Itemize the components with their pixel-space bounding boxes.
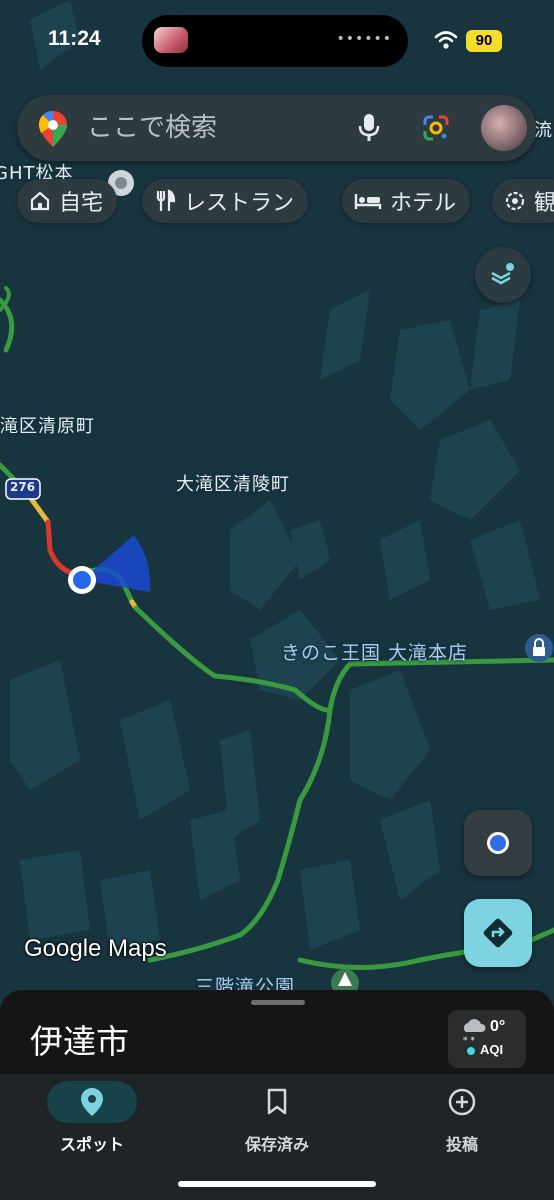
bookmark-icon [267, 1088, 287, 1115]
aqi-label: AQI [480, 1042, 504, 1057]
chip-label: レストラン [184, 191, 295, 216]
my-location-button[interactable] [464, 810, 532, 876]
nav-contribute-icon-wrap [417, 1081, 507, 1123]
nav-saved-icon-wrap [232, 1081, 322, 1123]
location-pin-icon [81, 1088, 103, 1116]
my-location-icon [487, 832, 509, 854]
island-app-icon [154, 27, 188, 53]
attraction-icon [505, 191, 525, 211]
layers-icon [491, 263, 514, 285]
nav-label: 保存済み [244, 1135, 309, 1154]
restaurant-icon [156, 189, 176, 211]
chip-home[interactable]: 自宅 [17, 179, 118, 223]
map-label: 流 [534, 120, 553, 141]
home-icon [30, 191, 50, 211]
nav-contribute[interactable]: 投稿 [392, 1074, 532, 1164]
status-bar: 11:24 •••••• 90 [0, 0, 554, 84]
chip-attractions[interactable]: 観 [492, 179, 554, 223]
mic-icon[interactable] [357, 113, 381, 143]
maps-pin-logo-icon [39, 111, 67, 147]
weather-widget[interactable]: * * 0° AQI [448, 1010, 526, 1068]
add-circle-icon [448, 1088, 476, 1116]
drag-handle[interactable] [251, 1000, 305, 1005]
hotel-icon [354, 194, 382, 209]
dynamic-island: •••••• [142, 15, 408, 67]
search-input[interactable] [87, 109, 337, 147]
lock-poi-icon[interactable] [525, 634, 553, 662]
nav-label: 投稿 [445, 1135, 478, 1154]
directions-button[interactable] [464, 899, 532, 967]
map-label-kiyohara: 滝区清原町 [0, 416, 95, 437]
snow-cloud-icon: * * [463, 1019, 486, 1044]
poi-label-kinoko[interactable]: きのこ王国 大滝本店 [281, 638, 468, 665]
chip-label: 自宅 [59, 191, 104, 216]
nav-explore-icon-wrap [47, 1081, 137, 1123]
nav-label: スポット [59, 1135, 124, 1154]
home-indicator[interactable] [178, 1181, 376, 1187]
maps-screen: GHT松本 流 滝区清原町 大滝区清陵町 276 きのこ王国 大滝本店 三階滝公… [0, 0, 554, 1200]
nav-saved[interactable]: 保存済み [207, 1074, 347, 1164]
google-lens-icon[interactable] [421, 113, 451, 143]
bottom-navigation: スポット 保存済み 投稿 [0, 1074, 554, 1200]
chip-label: ホテル [390, 191, 457, 216]
layers-button[interactable] [475, 247, 531, 303]
chip-label: 観 [534, 191, 554, 216]
aqi-status-dot [467, 1047, 475, 1055]
route-number: 276 [10, 480, 36, 494]
nav-explore[interactable]: スポット [22, 1074, 162, 1164]
bottom-sheet[interactable]: 伊達市 * * 0° AQI [0, 990, 554, 1074]
directions-icon [483, 918, 513, 948]
profile-avatar[interactable] [481, 105, 527, 151]
chip-restaurant[interactable]: レストラン [142, 179, 309, 223]
google-maps-logo: Google Maps [24, 935, 167, 962]
search-bar[interactable] [17, 95, 536, 161]
category-chips: 自宅 レストラン ホテル 観 [17, 179, 554, 223]
place-title: 伊達市 [30, 1022, 129, 1061]
battery-indicator: 90 [466, 30, 502, 52]
clock: 11:24 [48, 27, 101, 50]
chip-hotel[interactable]: ホテル [342, 179, 471, 223]
map-label-seiryo: 大滝区清陵町 [176, 474, 290, 495]
temperature: 0° [490, 1018, 506, 1035]
wifi-icon [434, 31, 458, 49]
ellipsis-icon: •••••• [336, 31, 392, 47]
svg-text:* *: * * [463, 1036, 475, 1044]
